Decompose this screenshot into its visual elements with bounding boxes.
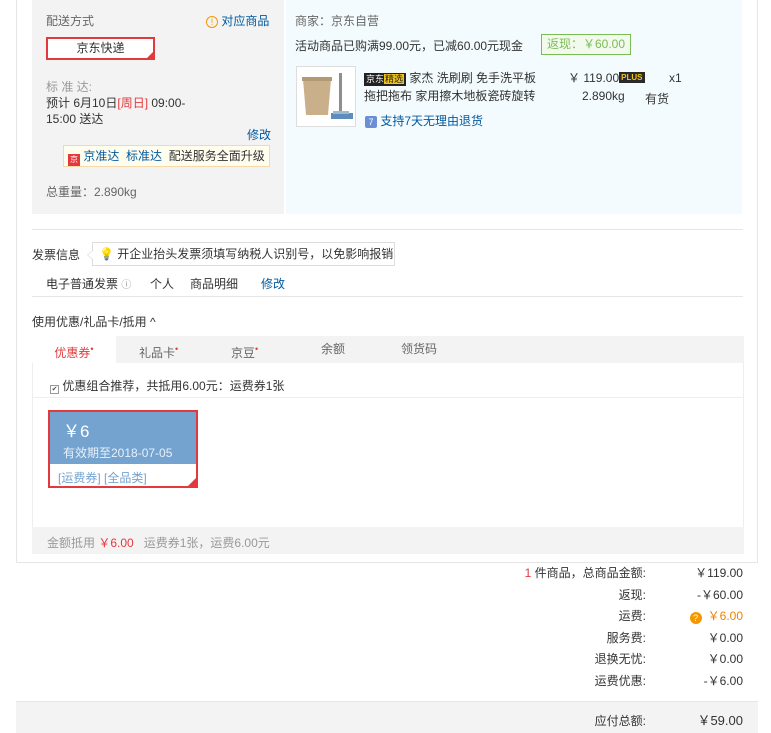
discount-tabs: 优惠券• 礼品卡• 京豆• 余额 领货码: [32, 336, 744, 363]
standard-delivery-label: 标 准 达:: [46, 80, 93, 94]
invoice-holder: 个人: [150, 277, 175, 291]
freight-discount-label: 运费优惠:: [594, 674, 646, 688]
coupon-expiry: 有效期至2018-07-05: [63, 446, 173, 460]
summary-goods-total: 1 件商品，总商品金额: ￥119.00: [0, 563, 743, 583]
section-divider: [32, 296, 743, 297]
return-policy: 7 支持7天无理由退货: [365, 112, 483, 129]
shipping-modify-link[interactable]: 修改: [247, 126, 271, 143]
discount-section-toggle[interactable]: 使用优惠/礼品卡/抵用 ^: [32, 313, 156, 330]
total-weight: 总重量：2.890kg: [46, 185, 137, 199]
product-thumbnail[interactable]: [296, 66, 356, 127]
discount-title: 使用优惠/礼品卡/抵用: [32, 315, 147, 329]
seller-name: 商家：京东自营: [295, 14, 380, 28]
invoice-type-label: 电子普通发票: [46, 277, 119, 291]
goods-count: 1: [524, 566, 532, 580]
tab-jd-beans[interactable]: 京豆•: [231, 336, 258, 363]
freight-label: 运费:: [618, 609, 646, 623]
invoice-content: 商品明细: [190, 277, 239, 291]
invoice-tip-text: 开企业抬头发票须填写纳税人识别号，以免影响报销: [117, 247, 394, 261]
product-quantity: x1: [669, 71, 682, 85]
return-policy-text: 支持7天无理由退货: [380, 114, 484, 128]
related-goods-label: 对应商品: [221, 14, 270, 28]
product-weight: 2.890kg: [582, 89, 625, 103]
summary-freight-discount: 运费优惠: -￥6.00: [0, 671, 743, 691]
return-worry-free-value: ￥0.00: [707, 652, 743, 666]
invoice-title: 发票信息: [32, 248, 81, 262]
tab-balance[interactable]: 余额: [321, 336, 345, 363]
return-policy-icon: 7: [365, 116, 377, 128]
freight-discount-value: -￥6.00: [703, 674, 743, 688]
order-frame-right-border: [757, 0, 758, 563]
price-value: ￥ 119.00: [568, 71, 620, 85]
plus-badge: PLUS: [619, 72, 645, 83]
summary-return-worry-free: 退换无忧: ￥0.00: [0, 649, 743, 669]
rebate-badge: 返现：￥60.00: [541, 34, 631, 55]
invoice-tip: 💡 开企业抬头发票须填写纳税人识别号，以免影响报销: [87, 242, 395, 266]
info-icon[interactable]: ⓘ: [121, 280, 131, 291]
eta-time: 09:00-: [151, 96, 186, 110]
service-fee-value: ￥0.00: [707, 631, 743, 645]
coupon-header: ￥6 有效期至2018-07-05: [50, 412, 196, 464]
jzd-standard: 标准达: [126, 149, 163, 163]
payable-value: ￥59.00: [697, 713, 743, 728]
warning-icon: !: [206, 16, 218, 28]
discount-footer: 金额抵用 ￥6.00 运费券1张，运费6.00元: [32, 527, 744, 554]
return-worry-free-label: 退换无忧:: [594, 652, 646, 666]
service-fee-label: 服务费:: [606, 631, 646, 645]
jzd-name: 京准达: [83, 149, 120, 163]
eta-weekday: [周日]: [117, 96, 149, 110]
combo-recommend[interactable]: ✔ 优惠组合推荐，共抵用6.00元：运费券1张: [50, 377, 284, 394]
summary-service-fee: 服务费: ￥0.00: [0, 628, 743, 648]
selected-corner-icon: [186, 476, 198, 488]
discount-footer-suffix: 运费券1张，运费6.00元: [143, 536, 270, 550]
stock-status: 有货: [645, 92, 670, 106]
chevron-up-icon: ^: [150, 315, 156, 329]
product-name-line2[interactable]: 拖把拖布 家用擦木地板瓷砖旋转: [364, 87, 535, 104]
shipping-title: 配送方式: [46, 14, 95, 28]
combo-checkbox[interactable]: ✔: [50, 385, 59, 394]
product-name[interactable]: 京东精选 家杰 洗刷刷 免手洗平板: [364, 69, 536, 86]
goods-total-value: ￥119.00: [695, 566, 743, 580]
eta-date: 预计 6月10日: [46, 96, 118, 110]
jzd-upgrade-banner[interactable]: 京 京准达 标准达 配送服务全面升级: [63, 145, 270, 167]
discount-footer-prefix: 金额抵用: [47, 536, 96, 550]
section-divider: [32, 229, 743, 230]
jd-selected-logo: 京东精选: [364, 73, 407, 86]
payable-label: 应付总额:: [594, 714, 646, 728]
tab-redeem-code[interactable]: 领货码: [401, 336, 437, 363]
mop-bucket-image: [297, 67, 355, 126]
related-goods-link[interactable]: ! 对应商品: [206, 12, 269, 29]
jzd-icon: 京: [68, 154, 80, 166]
summary-freight: 运费: ? ￥6.00: [0, 606, 743, 626]
tab-gift-card[interactable]: 礼品卡•: [139, 336, 178, 363]
summary-payable: 应付总额: ￥59.00: [0, 711, 743, 731]
rebate-label: 返现:: [618, 588, 646, 602]
combo-text: 优惠组合推荐，共抵用6.00元：运费券1张: [62, 379, 285, 393]
product-name-line1: 家杰 洗刷刷 免手洗平板: [409, 71, 537, 85]
promo-text: 活动商品已购满99.00元，已减60.00元现金: [295, 39, 524, 53]
delivery-eta: 预计 6月10日[周日] 09:00-: [46, 94, 185, 111]
summary-rebate: 返现: -￥60.00: [0, 585, 743, 605]
jzd-text: 配送服务全面升级: [168, 149, 265, 163]
coupon-type: [运费券] [全品类]: [58, 471, 147, 485]
eta-time-end: 15:00 送达: [46, 112, 104, 126]
discount-footer-amount: ￥6.00: [98, 536, 134, 550]
product-price: ￥ 119.00 PLUS: [568, 69, 645, 86]
shipping-option-label: 京东快递: [76, 41, 125, 55]
order-frame-left-border: [16, 0, 17, 563]
goods-count-label: 件商品，总商品金额:: [534, 566, 646, 580]
invoice-type: 电子普通发票 ⓘ: [46, 275, 131, 292]
lightbulb-icon: 💡: [99, 247, 114, 261]
coupon-divider: [33, 397, 743, 398]
freight-value: ￥6.00: [707, 609, 743, 623]
freight-coupon-card[interactable]: ￥6 有效期至2018-07-05 [运费券] [全品类]: [48, 410, 198, 488]
tab-coupon[interactable]: 优惠券•: [32, 336, 116, 363]
help-icon[interactable]: ?: [689, 612, 702, 624]
checkmark-icon: ✓: [147, 50, 153, 57]
coupon-amount: ￥6: [63, 422, 90, 441]
rebate-value: -￥60.00: [696, 588, 743, 602]
shipping-option-jd-express[interactable]: 京东快递 ✓: [46, 37, 155, 60]
invoice-modify-link[interactable]: 修改: [261, 275, 285, 292]
